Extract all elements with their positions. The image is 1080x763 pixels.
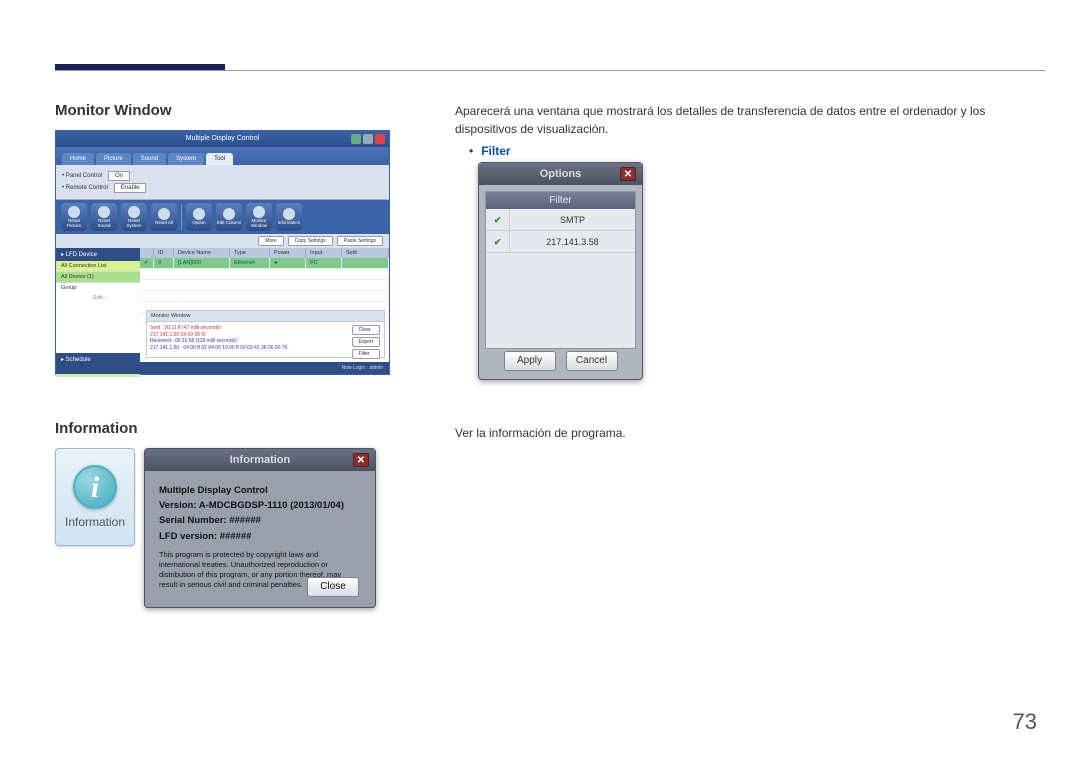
tb-reset-system[interactable]: Reset System [121,203,147,231]
info-lfd-version: LFD version: ###### [159,529,361,544]
reset-sound-icon [98,206,110,218]
btn-paste-settings[interactable]: Paste Settings [337,236,383,246]
filter-value: 217.141.3.58 [510,237,635,247]
monitor-description: Aparecerá una ventana que mostrará los d… [455,102,1040,138]
grid-row-selected[interactable]: ✔ 0 [LAN]000 Ethernet ● PC [140,258,389,269]
filter-value: SMTP [510,215,635,225]
opt-panel-label: • Panel Control [62,173,102,179]
window-controls [351,134,385,144]
filter-dialog-title: Options ✕ [479,163,642,185]
tb-reset-all[interactable]: Reset All [151,203,177,231]
information-icon [283,208,295,220]
reset-picture-icon [68,206,80,218]
information-description: Ver la información de programa. [455,424,1040,442]
side-hdr-lfd[interactable]: ▸ LFD Device [56,248,140,261]
info-icon-label: Information [65,515,125,529]
grid-header: ID Device Name Type Power Input Setti [140,248,389,258]
mw-sidebar: ▸ LFD Device All Connection List All Dev… [56,248,140,367]
side-row-edit[interactable]: - Edit - [56,293,140,303]
tab-sound[interactable]: Sound [133,153,166,165]
mw-subtoolbar: More Copy Settings Paste Settings [56,234,389,248]
option-icon [193,208,205,220]
mw-log-panel: Monitor Window Sent : 00:11:ff (47 milli… [146,310,385,358]
grid-row-empty [140,291,389,302]
close-button[interactable]: Close [307,577,359,597]
tab-tool[interactable]: Tool [206,153,233,165]
information-icon-card[interactable]: i Information [55,448,135,546]
filter-column-header: Filter [486,192,635,209]
maximize-icon[interactable] [363,134,373,144]
filter-row[interactable]: ✔ 217.141.3.58 [486,231,635,253]
page-number: 73 [1013,709,1037,735]
log-filter-button[interactable]: Filter [352,349,380,359]
log-line: 217.141.1.50 : 04 00 ff 02 04 00 10 00 f… [150,345,381,352]
tb-option[interactable]: Option [186,203,212,231]
tb-edit-column[interactable]: Edit Column [216,203,242,231]
mw-options-area: • Panel Control On • Remote Control Enab… [56,165,389,200]
log-export-button[interactable]: Export [352,337,380,347]
info-product: Multiple Display Control [159,483,361,498]
grid-row-empty [140,269,389,280]
tb-reset-picture[interactable]: Reset Picture [61,203,87,231]
filter-bullet: •Filter [455,144,1040,158]
close-icon[interactable]: ✕ [353,453,369,467]
mw-toolbar: Reset Picture Reset Sound Reset System R… [56,200,389,234]
info-icon: i [73,465,117,509]
mw-tab-strip: Home Picture Sound System Tool [56,147,389,165]
edit-column-icon [223,208,235,220]
close-icon[interactable] [375,134,385,144]
apply-button[interactable]: Apply [504,351,556,371]
side-row-allconn[interactable]: All Connection List [56,261,140,272]
reset-system-icon [128,206,140,218]
log-clear-button[interactable]: Clear [352,325,380,335]
tab-system[interactable]: System [168,153,204,165]
check-icon[interactable]: ✔ [486,209,510,230]
filter-row[interactable]: ✔ SMTP [486,209,635,231]
tb-information[interactable]: Information [276,203,302,231]
tb-reset-sound[interactable]: Reset Sound [91,203,117,231]
btn-copy-settings[interactable]: Copy Settings [288,236,333,246]
minimize-icon[interactable] [351,134,361,144]
information-dialog: Information ✕ Multiple Display Control V… [144,448,376,608]
tab-home[interactable]: Home [62,153,94,165]
check-icon[interactable]: ✔ [486,231,510,252]
opt-panel-value[interactable]: On [108,171,130,181]
monitor-window-icon [253,206,265,218]
btn-more[interactable]: More [258,236,283,246]
side-row-group[interactable]: Group [56,283,140,293]
cancel-button[interactable]: Cancel [566,351,618,371]
side-row-alldevice[interactable]: All Device (1) [56,272,140,283]
tab-picture[interactable]: Picture [96,153,131,165]
mw-title: Multiple Display Control [186,135,260,142]
mw-titlebar: Multiple Display Control [56,131,389,147]
header-rule [55,70,1045,71]
info-dialog-title: Information ✕ [145,449,375,471]
info-version: Version: A-MDCBGDSP-1110 (2013/01/04) [159,498,361,513]
log-title: Monitor Window [147,311,384,322]
reset-all-icon [158,208,170,220]
tb-monitor-window[interactable]: Monitor Window [246,203,272,231]
monitor-window-screenshot: Multiple Display Control Home Picture So… [55,130,390,375]
mw-status-bar: Now Login : admin [56,362,389,374]
grid-row-empty [140,280,389,291]
opt-remote-label: • Remote Control [62,185,108,191]
opt-remote-value[interactable]: Enable [114,183,147,193]
filter-dialog: Options ✕ Filter ✔ SMTP ✔ 217.141.3.58 A… [478,162,643,380]
section-title-information: Information [55,420,400,437]
close-icon[interactable]: ✕ [620,167,636,181]
info-serial: Serial Number: ###### [159,513,361,528]
section-title-monitor: Monitor Window [55,102,400,119]
